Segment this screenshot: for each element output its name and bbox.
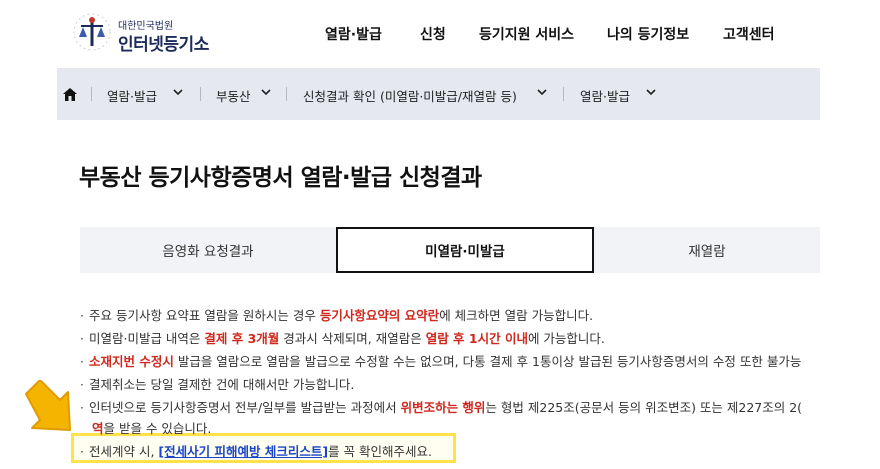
- breadcrumb: 열람·발급 부동산 신청결과 확인 (미열람·미발급/재열람 등) 열람·발급: [57, 68, 820, 120]
- main-nav: 열람·발급 신청 등기지원 서비스 나의 등기정보 고객센터: [0, 24, 880, 48]
- page-title: 부동산 등기사항증명서 열람·발급 신청결과: [79, 165, 482, 191]
- chevron-down-icon[interactable]: [537, 89, 547, 96]
- chevron-down-icon[interactable]: [261, 89, 271, 96]
- tab-unviewed-unissued[interactable]: 미열람·미발급: [336, 227, 594, 273]
- list-item: · 결제취소는 당일 결제한 건에 대해서만 가능합니다.: [80, 377, 355, 392]
- breadcrumb-separator: [91, 87, 92, 101]
- tab-shading-request[interactable]: 음영화 요청결과: [80, 227, 336, 273]
- tab-review[interactable]: 재열람: [594, 227, 820, 273]
- chevron-down-icon[interactable]: [173, 89, 183, 96]
- breadcrumb-item-real-estate[interactable]: 부동산: [216, 86, 251, 105]
- nav-item-view-issue[interactable]: 열람·발급: [325, 24, 382, 44]
- breadcrumb-item-view-issue-2[interactable]: 열람·발급: [580, 86, 630, 105]
- jeonse-checklist-link[interactable]: [전세사기 피해예방 체크리스트]: [158, 444, 328, 459]
- list-item: · 주요 등기사항 요약표 열람을 원하시는 경우 등기사항요약의 요약란에 체크…: [80, 308, 594, 323]
- nav-item-support[interactable]: 등기지원 서비스: [479, 24, 574, 44]
- nav-item-my-info[interactable]: 나의 등기정보: [607, 24, 689, 44]
- list-item: · 미열람·미발급 내역은 결제 후 3개월 경과시 삭제되며, 재열람은 열람 …: [80, 331, 605, 346]
- nav-item-apply[interactable]: 신청: [420, 24, 446, 44]
- list-item-continued: 역을 받을 수 있습니다.: [92, 421, 212, 436]
- list-item: · 전세계약 시, [전세사기 피해예방 체크리스트]를 꼭 확인해주세요.: [80, 444, 432, 459]
- list-item: · 인터넷으로 등기사항증명서 전부/일부를 발급받는 과정에서 위변조하는 행위…: [80, 400, 803, 415]
- pointing-arrow-icon: [25, 380, 71, 431]
- breadcrumb-separator: [200, 87, 201, 101]
- breadcrumb-item-result-check[interactable]: 신청결과 확인 (미열람·미발급/재열람 등): [303, 86, 517, 105]
- nav-item-customer-center[interactable]: 고객센터: [723, 24, 775, 44]
- chevron-down-icon[interactable]: [646, 89, 656, 96]
- breadcrumb-separator: [563, 87, 564, 101]
- breadcrumb-item-view-issue[interactable]: 열람·발급: [107, 86, 157, 105]
- home-icon[interactable]: [63, 88, 77, 101]
- list-item: · 소재지번 수정시 발급을 열람으로 열람을 발급으로 수정할 수는 없으며, …: [80, 354, 802, 369]
- breadcrumb-separator: [286, 87, 287, 101]
